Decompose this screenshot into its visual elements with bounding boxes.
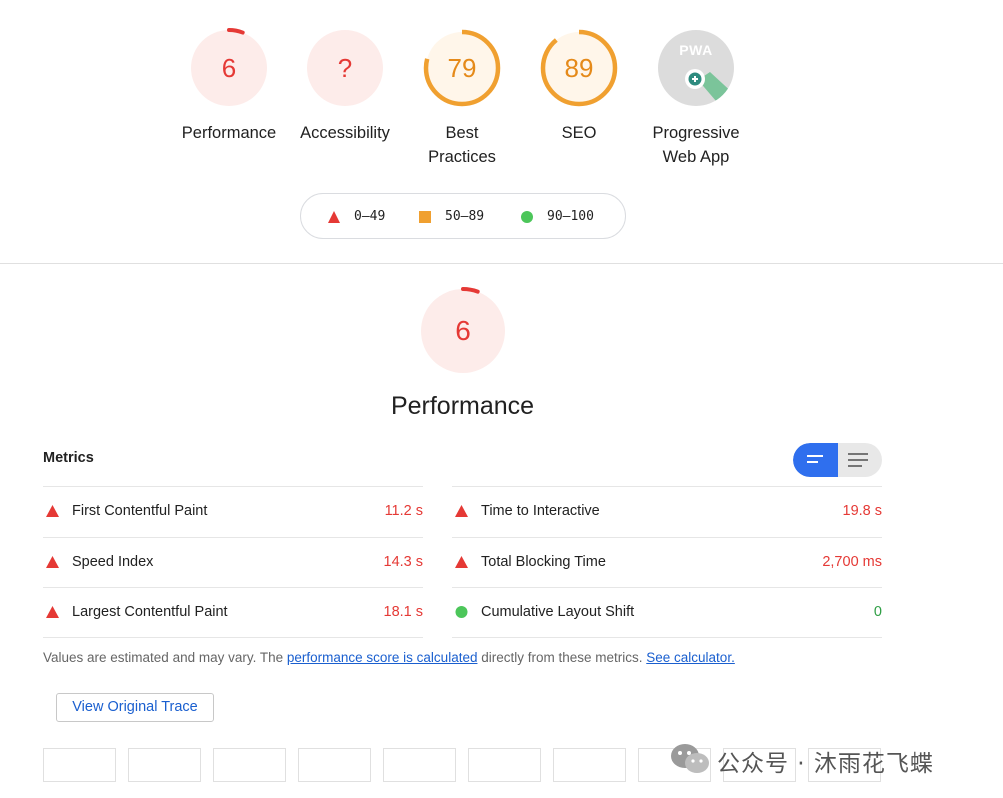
gauge-label: Progressive Web App [652,124,740,166]
gauge-best-practices[interactable]: 79 Best Practices [407,28,517,169]
metrics-note: Values are estimated and may vary. The p… [43,650,735,665]
metric-value: 14.3 s [383,553,424,570]
view-original-trace-button[interactable]: View Original Trace [56,693,214,722]
metrics-right-column: Time to Interactive 19.8 s Total Blockin… [452,486,882,638]
metric-name: Speed Index [72,553,154,570]
gauge-performance[interactable]: 6 Performance [174,28,284,145]
gauge-ring: 79 [422,28,502,108]
gauge-seo[interactable]: 89 SEO [524,28,634,145]
wechat-icon [671,744,709,773]
filmstrip-frame [468,748,541,782]
gauge-score: 6 [221,53,237,83]
performance-title: Performance [390,392,535,420]
category-gauges: 6 Performance ? Accessibility 79 Best Pr… [0,28,1003,168]
gauge-ring: 89 [539,28,619,108]
gauge-label: Best Practices [428,124,496,166]
metrics-heading: Metrics [43,450,94,466]
compact-view-button[interactable] [793,443,838,477]
filmstrip-frame [298,748,371,782]
metric-row: Time to Interactive 19.8 s [452,486,882,537]
triangle-icon [46,606,59,618]
metric-row: Cumulative Layout Shift 0 [452,587,882,638]
square-icon [419,211,431,223]
metric-value: 11.2 s [384,503,423,519]
filmstrip-frame [553,748,626,782]
metric-value: 18.1 s [383,604,424,620]
metric-row: Largest Contentful Paint 18.1 s [43,587,423,638]
triangle-icon [46,505,59,517]
score-legend: 0–49 50–89 90–100 [300,193,626,239]
filmstrip-frame [43,748,116,782]
metric-row: Speed Index 14.3 s [43,536,424,588]
gauge-ring: 6 [189,28,269,108]
metric-value: 0 [873,604,882,620]
performance-score: 6 [455,315,471,346]
metric-name: Time to Interactive [481,503,600,519]
gauge-ring: ? [305,28,385,108]
triangle-icon [455,505,468,517]
metric-value: 2,700 ms [822,553,882,570]
watermark-text: 公众号 · 沐雨花飞蝶 [717,751,934,777]
section-divider [0,263,1003,264]
triangle-icon [455,555,468,568]
filmstrip-frame [213,748,286,782]
see-calculator-link[interactable]: See calculator. [646,650,735,665]
performance-gauge: 6 [419,287,507,375]
gauge-pwa[interactable]: PWA Progressive Web App [641,28,751,169]
gauge-score: 79 [447,53,477,83]
metrics-view-toggle[interactable] [793,443,882,477]
filmstrip-frame [383,748,456,782]
pwa-badge-text: PWA [679,42,713,58]
metric-name: Largest Contentful Paint [72,604,228,620]
gauge-label: Performance [181,124,277,142]
gauge-score: 89 [564,53,594,83]
metrics-left-column: First Contentful Paint 11.2 s Speed Inde… [43,486,423,638]
metric-row: First Contentful Paint 11.2 s [43,486,423,537]
circle-icon [521,211,533,223]
pwa-badge-icon: PWA [656,28,736,108]
circle-icon [455,606,468,618]
gauge-accessibility[interactable]: ? Accessibility [290,28,400,145]
metric-name: Cumulative Layout Shift [481,604,635,620]
triangle-icon [46,555,59,568]
metric-row: Total Blocking Time 2,700 ms [452,536,882,588]
gauge-score: ? [337,53,353,83]
gauge-label: Accessibility [300,124,390,142]
metric-value: 19.8 s [842,503,883,519]
filmstrip-frame [128,748,201,782]
triangle-icon [328,211,340,223]
gauge-label: SEO [561,124,597,142]
metric-name: First Contentful Paint [72,503,208,519]
metric-name: Total Blocking Time [481,553,606,570]
score-calculated-link[interactable]: performance score is calculated [287,650,478,665]
